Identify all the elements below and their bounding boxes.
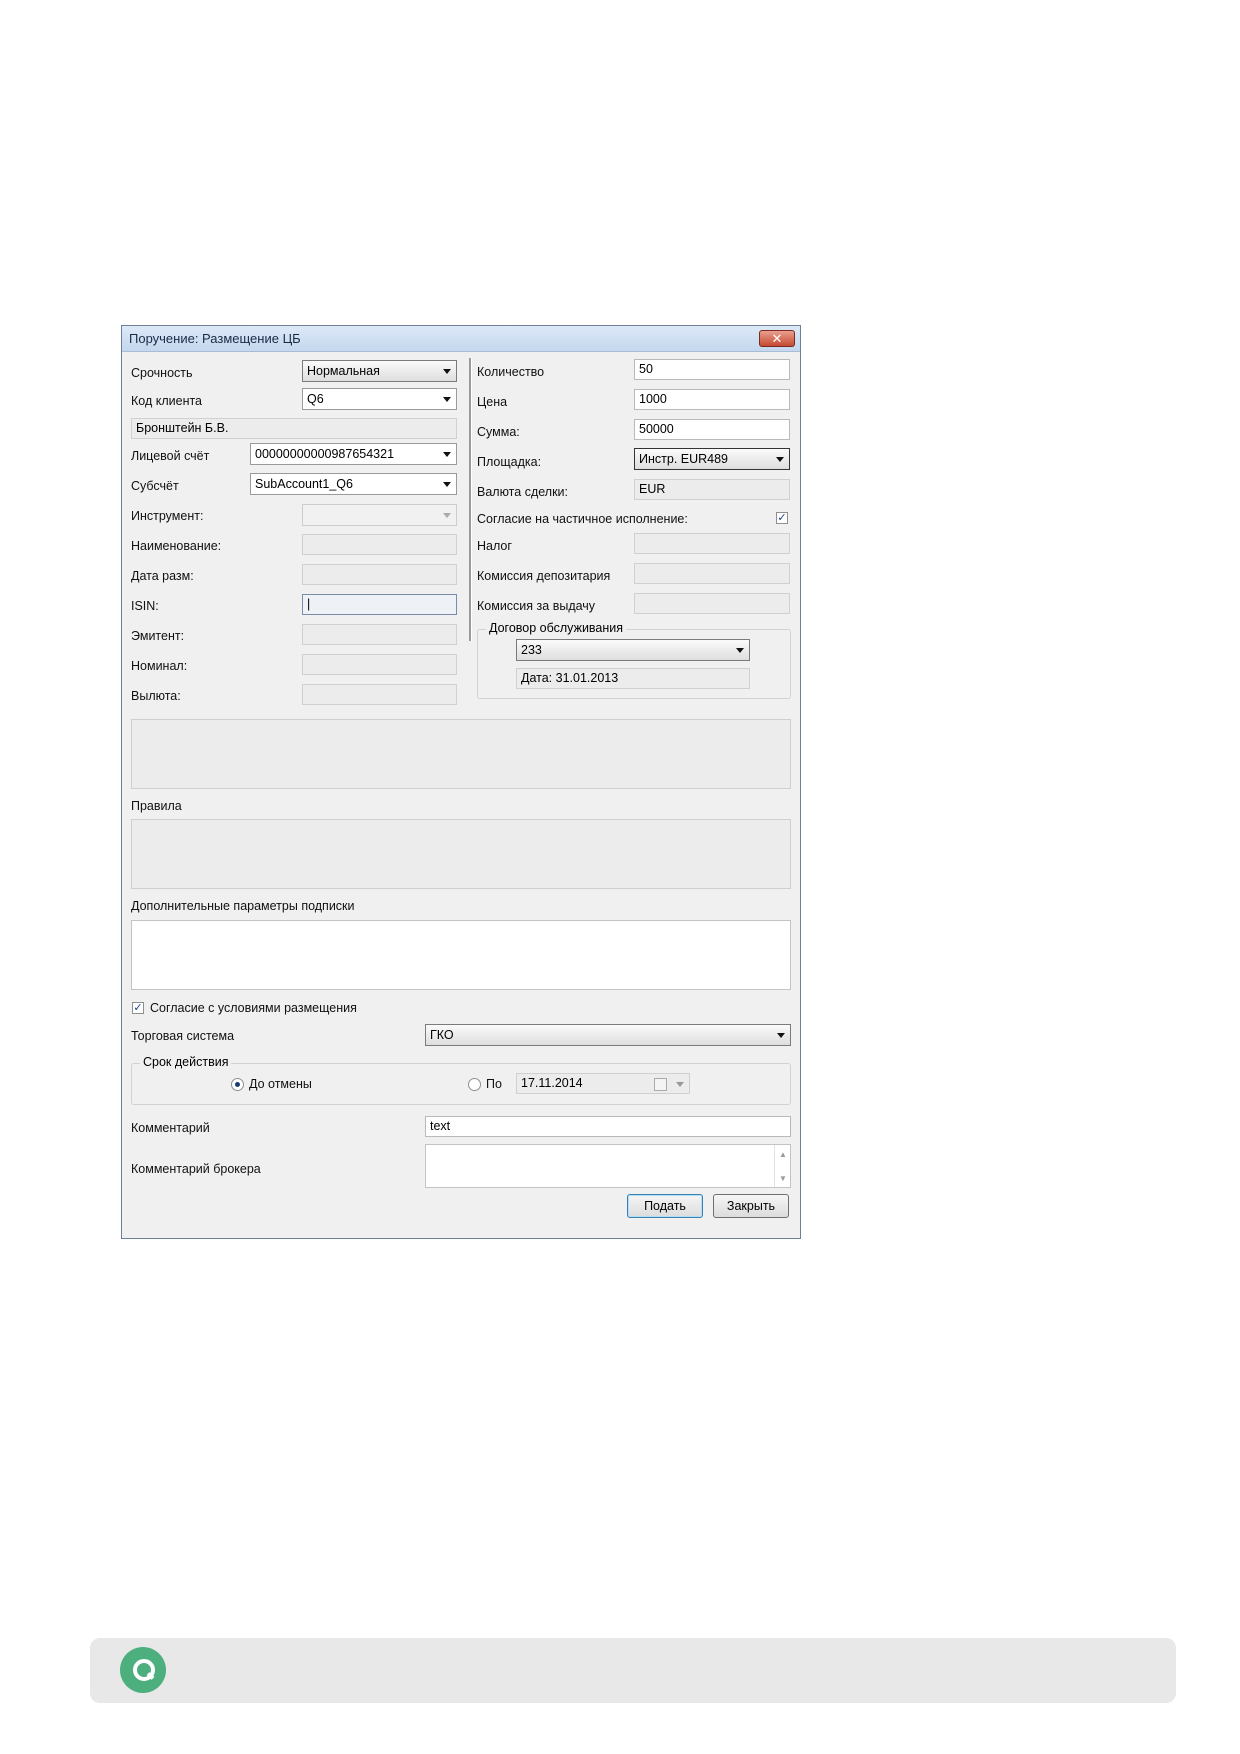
chevron-down-icon — [443, 397, 451, 402]
client-code-value: Q6 — [307, 392, 324, 406]
tax-field — [634, 533, 790, 554]
until-date-radio[interactable] — [468, 1078, 481, 1091]
column-divider — [469, 358, 472, 641]
depo-fee-field — [634, 563, 790, 584]
name-field — [302, 534, 457, 555]
broker-comment-input[interactable]: ▲ ▼ — [425, 1144, 791, 1188]
logo-icon — [120, 1647, 166, 1693]
extra-params-label: Дополнительные параметры подписки — [131, 899, 355, 913]
issue-fee-field — [634, 593, 790, 614]
info-area — [131, 719, 791, 789]
validity-group-title: Срок действия — [140, 1055, 232, 1069]
venue-select[interactable]: Инстр. EUR489 — [634, 448, 790, 470]
chevron-down-icon — [777, 1033, 785, 1038]
deal-currency-field: EUR — [634, 479, 790, 500]
until-cancel-label: До отмены — [249, 1077, 312, 1091]
account-select[interactable]: 00000000000987654321 — [250, 443, 457, 465]
account-value: 00000000000987654321 — [255, 447, 395, 461]
trading-system-value: ГКО — [430, 1028, 454, 1042]
issuer-label: Эмитент: — [131, 629, 185, 643]
validity-group: Срок действия До отмены По 17.11.2014 — [131, 1055, 791, 1105]
title-bar: Поручение: Размещение ЦБ ✕ — [122, 326, 800, 352]
window-title: Поручение: Размещение ЦБ — [129, 331, 301, 346]
until-date-label: По — [486, 1077, 502, 1091]
calendar-icon[interactable] — [654, 1078, 667, 1091]
footer-bar — [90, 1638, 1176, 1703]
instrument-label: Инструмент: — [131, 509, 204, 523]
currency-field — [302, 684, 457, 705]
validity-date-field[interactable]: 17.11.2014 — [516, 1073, 690, 1094]
price-input[interactable]: 1000 — [634, 389, 790, 410]
sum-label: Сумма: — [477, 425, 520, 439]
contract-group: Договор обслуживания 233 Дата: 31.01.201… — [477, 621, 791, 699]
quantity-input[interactable]: 50 — [634, 359, 790, 380]
venue-value: Инстр. EUR489 — [639, 452, 729, 466]
sum-input[interactable]: 50000 — [634, 419, 790, 440]
currency-label: Вылюта: — [131, 689, 181, 703]
price-label: Цена — [477, 395, 508, 409]
broker-comment-label: Комментарий брокера — [131, 1162, 261, 1176]
extra-params-input[interactable] — [131, 920, 791, 990]
subaccount-label: Субсчёт — [131, 479, 179, 493]
trading-system-label: Торговая система — [131, 1029, 235, 1043]
subaccount-select[interactable]: SubAccount1_Q6 — [250, 473, 457, 495]
nominal-field — [302, 654, 457, 675]
rules-area — [131, 819, 791, 889]
comment-label: Комментарий — [131, 1121, 210, 1135]
isin-input[interactable]: | — [302, 594, 457, 615]
chevron-down-icon — [776, 457, 784, 462]
partial-execution-checkbox[interactable]: ✓ — [776, 512, 788, 524]
broker-comment-scrollbar[interactable]: ▲ ▼ — [774, 1145, 790, 1187]
issuer-field — [302, 624, 457, 645]
chevron-down-icon — [443, 369, 451, 374]
isin-label: ISIN: — [131, 599, 159, 613]
venue-label: Площадка: — [477, 455, 542, 469]
placement-date-label: Дата разм: — [131, 569, 194, 583]
quantity-label: Количество — [477, 365, 545, 379]
account-label: Лицевой счёт — [131, 449, 210, 463]
scroll-up-icon[interactable]: ▲ — [779, 1150, 787, 1159]
urgency-value: Нормальная — [307, 364, 380, 378]
consent-label: Согласие с условиями размещения — [150, 1001, 357, 1015]
urgency-select[interactable]: Нормальная — [302, 360, 457, 382]
order-dialog: Поручение: Размещение ЦБ ✕ Срочность Нор… — [121, 325, 801, 1239]
chevron-down-icon — [676, 1082, 684, 1087]
client-code-select[interactable]: Q6 — [302, 388, 457, 410]
depo-fee-label: Комиссия депозитария — [477, 569, 611, 583]
instrument-select[interactable] — [302, 504, 457, 526]
placement-date-field — [302, 564, 457, 585]
chevron-down-icon — [736, 648, 744, 653]
until-cancel-radio[interactable] — [231, 1078, 244, 1091]
issue-fee-label: Комиссия за выдачу — [477, 599, 596, 613]
contract-value: 233 — [521, 643, 542, 657]
contract-date-field: Дата: 31.01.2013 — [516, 668, 750, 689]
nominal-label: Номинал: — [131, 659, 188, 673]
client-code-label: Код клиента — [131, 394, 203, 408]
close-button[interactable]: Закрыть — [713, 1194, 789, 1218]
deal-currency-label: Валюта сделки: — [477, 485, 568, 499]
chevron-down-icon — [443, 452, 451, 457]
tax-label: Налог — [477, 539, 512, 553]
scroll-down-icon[interactable]: ▼ — [779, 1174, 787, 1183]
urgency-label: Срочность — [131, 366, 193, 380]
contract-group-title: Договор обслуживания — [486, 621, 627, 635]
chevron-down-icon — [443, 513, 451, 518]
submit-button[interactable]: Подать — [627, 1194, 703, 1218]
subaccount-value: SubAccount1_Q6 — [255, 477, 353, 491]
name-label: Наименование: — [131, 539, 222, 553]
client-name-field: Бронштейн Б.В. — [131, 418, 457, 439]
validity-date-value: 17.11.2014 — [521, 1076, 583, 1090]
rules-label: Правила — [131, 799, 182, 813]
close-window-button[interactable]: ✕ — [759, 330, 795, 347]
chevron-down-icon — [443, 482, 451, 487]
trading-system-select[interactable]: ГКО — [425, 1024, 791, 1046]
comment-input[interactable]: text — [425, 1116, 791, 1137]
consent-checkbox[interactable]: ✓ — [132, 1002, 144, 1014]
contract-select[interactable]: 233 — [516, 639, 750, 661]
partial-execution-label: Согласие на частичное исполнение: — [477, 512, 688, 526]
